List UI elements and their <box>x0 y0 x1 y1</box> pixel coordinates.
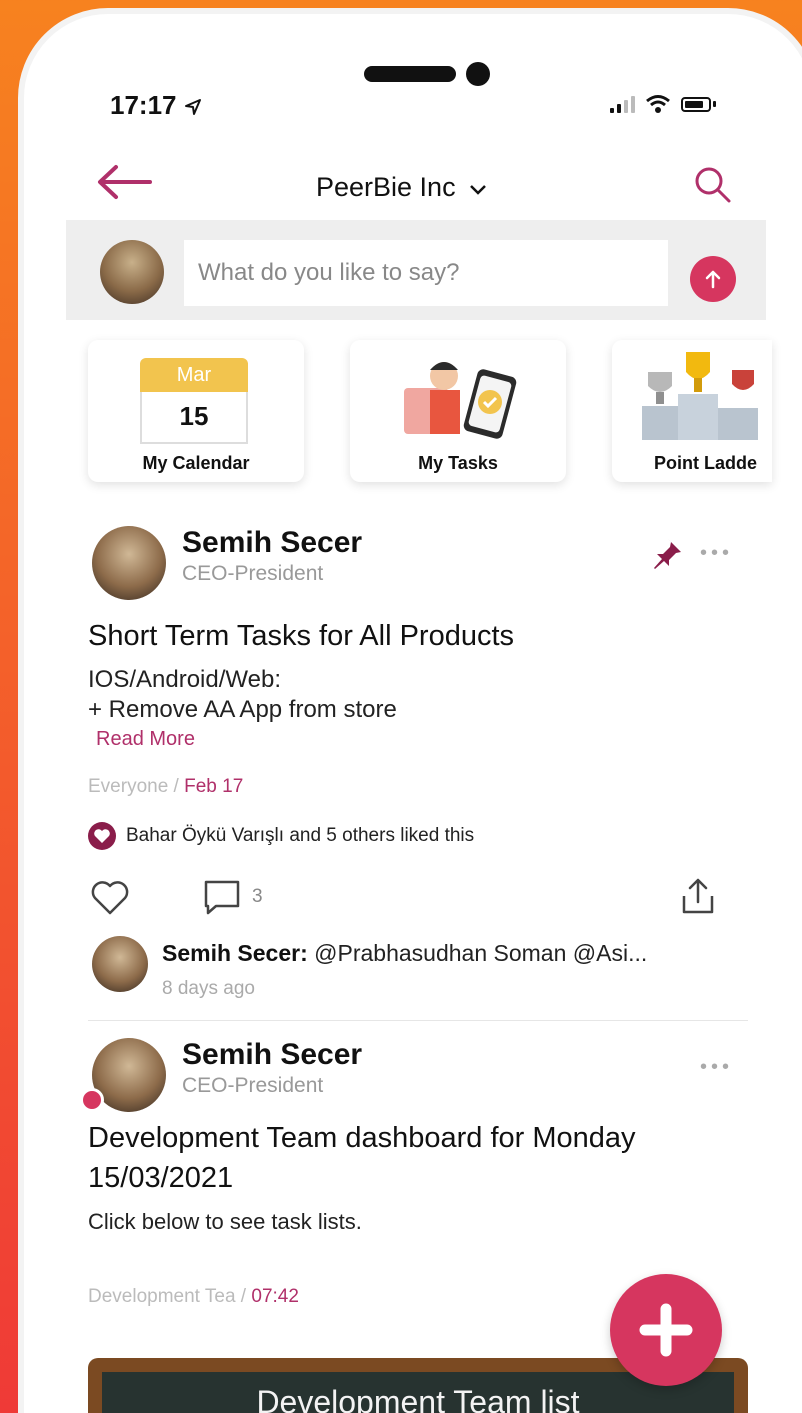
add-post-button[interactable] <box>610 1274 722 1386</box>
avatar <box>100 240 164 304</box>
post-body: Click below to see task lists. <box>88 1209 362 1234</box>
quick-actions: Mar 15 My Calendar My Tasks Point Ladde <box>88 340 788 490</box>
battery-tip <box>713 101 716 107</box>
status-time: 17:17 <box>110 90 202 121</box>
comment-body: @Prabhasudhan Soman @Asi... <box>307 940 648 966</box>
signal-icon <box>610 95 635 113</box>
post-title-line2[interactable]: 15/03/2021 <box>88 1162 233 1195</box>
comment-author: Semih Secer: <box>162 940 308 966</box>
commenter-avatar[interactable] <box>92 936 148 992</box>
latest-comment[interactable]: Semih Secer: @Prabhasudhan Soman @Asi... <box>162 940 647 967</box>
calendar-month: Mar <box>140 358 248 392</box>
post-body-line: IOS/Android/Web: <box>88 666 281 693</box>
plus-icon <box>639 1303 693 1357</box>
status-indicators <box>610 94 716 114</box>
quick-action-label: My Calendar <box>142 453 250 473</box>
company-name: PeerBie Inc <box>316 172 456 202</box>
send-button[interactable] <box>690 256 736 302</box>
more-dots-icon[interactable]: ••• <box>700 1056 733 1079</box>
camera <box>466 62 490 86</box>
wifi-icon <box>646 95 670 113</box>
heart-icon[interactable] <box>90 880 130 916</box>
tasks-illustration-icon <box>404 362 517 439</box>
post-meta: Development Tea / 07:42 <box>88 1286 299 1307</box>
chevron-down-icon <box>470 185 486 195</box>
post-body-line: + Remove AA App from store <box>88 696 397 723</box>
app-screen: 17:17 PeerBie Inc What do you like to sa… <box>24 14 802 1413</box>
post-date: Feb 17 <box>184 776 244 797</box>
send-arrow-icon <box>705 270 721 289</box>
speaker-notch <box>364 66 456 82</box>
author-name[interactable]: Semih Secer <box>182 526 362 560</box>
battery-icon <box>681 96 711 112</box>
post-time: 07:42 <box>251 1286 299 1307</box>
comment-icon[interactable] <box>202 878 242 916</box>
my-calendar-card[interactable]: Mar 15 My Calendar <box>88 340 304 482</box>
post-title[interactable]: Development Team dashboard for Monday <box>88 1122 636 1155</box>
quick-action-label: My Tasks <box>418 453 498 473</box>
point-ladder-card[interactable]: Point Ladde <box>612 340 772 482</box>
location-icon <box>184 99 201 116</box>
my-tasks-card[interactable]: My Tasks <box>350 340 566 482</box>
author-avatar[interactable] <box>92 526 166 600</box>
post-audience: Development Tea <box>88 1286 236 1307</box>
post-divider <box>88 1020 748 1021</box>
post-audience: Everyone <box>88 776 169 797</box>
liked-heart-icon <box>88 822 116 850</box>
calendar-day: 15 <box>140 392 248 444</box>
share-icon[interactable] <box>678 876 718 916</box>
author-role: CEO-President <box>182 1074 324 1097</box>
search-icon[interactable] <box>692 164 732 204</box>
read-more-link[interactable]: Read More <box>96 728 195 751</box>
more-dots-icon[interactable]: ••• <box>700 542 733 565</box>
author-name[interactable]: Semih Secer <box>182 1038 362 1072</box>
trophy-icon <box>642 352 758 440</box>
comment-time: 8 days ago <box>162 978 255 999</box>
likes-text: Bahar Öykü Varışlı and 5 others liked th… <box>126 825 475 846</box>
back-arrow-icon[interactable] <box>94 162 154 202</box>
post-input[interactable] <box>184 240 668 306</box>
top-nav: PeerBie Inc <box>24 154 784 214</box>
company-switcher[interactable]: PeerBie Inc <box>316 172 487 203</box>
post-meta: Everyone / Feb 17 <box>88 776 244 797</box>
quick-action-label: Point Ladde <box>654 453 757 473</box>
likes-summary[interactable]: Bahar Öykü Varışlı and 5 others liked th… <box>88 822 474 850</box>
pin-icon[interactable] <box>650 536 684 570</box>
post-title[interactable]: Short Term Tasks for All Products <box>88 620 514 653</box>
author-role: CEO-President <box>182 562 324 585</box>
phone-frame: 17:17 PeerBie Inc What do you like to sa… <box>18 8 802 1413</box>
calendar-icon: Mar 15 <box>140 358 248 444</box>
post-composer <box>66 220 766 320</box>
comment-count: 3 <box>252 886 263 907</box>
online-status-dot <box>80 1088 104 1112</box>
